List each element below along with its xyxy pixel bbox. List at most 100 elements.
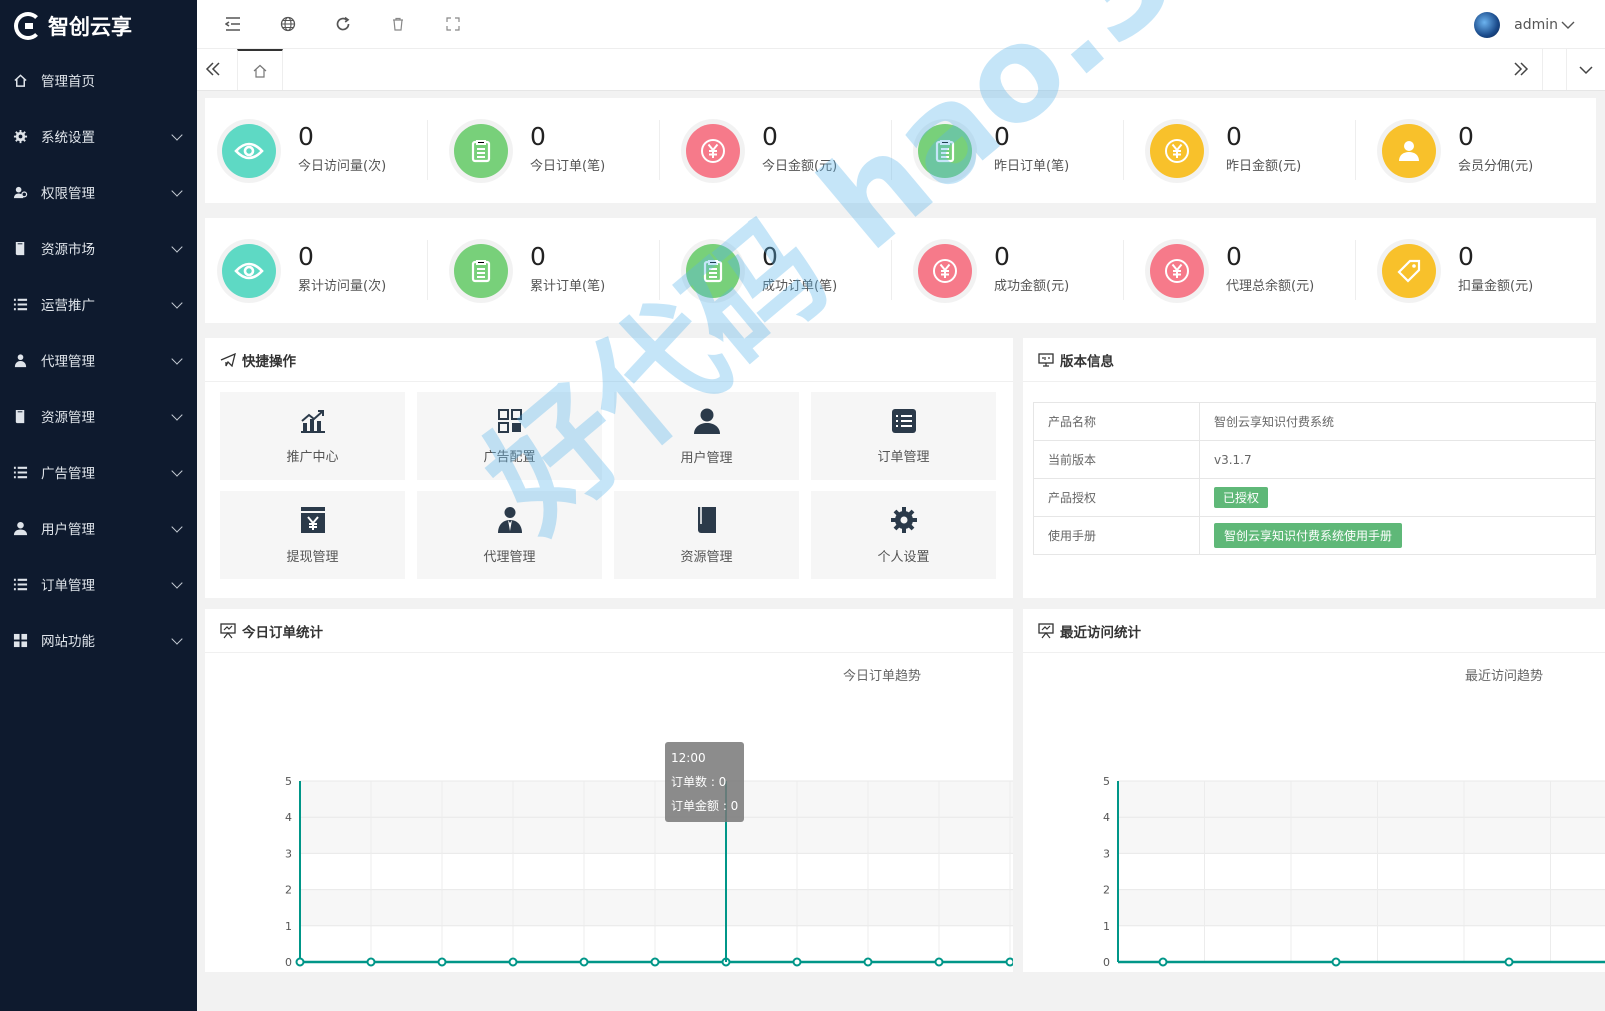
eye-icon [222,123,276,178]
data-point [650,957,660,967]
quick-action[interactable]: 订单管理 [811,392,996,480]
user-icon [1382,123,1436,178]
topbar: admin [197,0,1605,49]
version-key: 当前版本 [1033,440,1200,479]
yen-icon [918,243,972,298]
stat-label: 累计订单(笔) [530,278,606,294]
manual-link[interactable]: 智创云享知识付费系统使用手册 [1214,523,1403,548]
tab-options-icon[interactable] [1579,64,1593,79]
version-card: 版本信息 产品名称 智创云享知识付费系统 当前版本 v3.1.7 产品授权 已授权 使… [1023,338,1596,598]
stat-label: 昨日订单(笔) [994,158,1070,174]
quick-action[interactable]: 个人设置 [811,491,996,579]
stat-card: 0 会员分佣(元) [1365,98,1597,203]
divider [891,240,892,300]
clipboard-icon [454,123,508,178]
sidebar-item[interactable]: 代理管理 [0,332,197,388]
clear-cache-icon[interactable] [388,14,408,34]
table-row: 当前版本 v3.1.7 [1033,440,1596,479]
chevron-down-icon [1561,21,1575,29]
stat-label: 今日访问量(次) [298,158,387,174]
chevron-down-icon [171,241,183,253]
visits-chart-card: 最近访问统计 最近访问趋势 0123452023-11-042023-11-06… [1023,609,1605,972]
chevron-down-icon [171,129,183,141]
sidebar-item[interactable]: 管理首页 [0,52,197,108]
quick-action[interactable]: 用户管理 [614,392,799,480]
chart-tooltip: 12:00 订单数 : 0 订单金额 : 0 [665,742,745,822]
username: admin [1514,17,1558,33]
visits-line-chart[interactable]: 0123452023-11-042023-11-062023-11-08 [1023,669,1605,969]
logo-icon [14,12,42,40]
sidebar-item[interactable]: 运营推广 [0,276,197,332]
tab-scroll-right-icon[interactable] [1513,62,1529,80]
data-point [792,957,802,967]
version-value: 智创云享知识付费系统 [1199,402,1596,441]
logo[interactable]: 智创云享 [0,0,197,52]
chevron-down-icon [171,521,183,533]
grid-band [1118,817,1605,854]
book-icon [12,240,28,256]
clipboard-icon [918,123,972,178]
y-tick-label: 5 [285,775,292,788]
stat-card: 0 今日访问量(次) [205,98,437,203]
orders-line-chart[interactable]: 01234506:0007:0008:0009:0010:0011:0012:0… [205,669,1013,969]
user-menu[interactable]: admin [1474,12,1575,38]
orders-chart-title: 今日订单统计 [205,609,1013,653]
stat-value: 0 [1458,241,1474,271]
sidebar-item[interactable]: 权限管理 [0,164,197,220]
version-key: 产品名称 [1033,402,1200,441]
sidebar-item[interactable]: 订单管理 [0,556,197,612]
sidebar-item-label: 运营推广 [41,298,95,314]
data-point [934,957,944,967]
tooltip-line: 订单数 : 0 [671,775,727,789]
agent-icon [497,506,523,546]
quick-actions-card: 快捷操作 推广中心 广告配置 用户管理 订单管理 提现管理 代理管理 资源管理 个人设置 [205,338,1013,598]
tab-scroll-left-icon[interactable] [205,62,221,80]
sidebar-item[interactable]: 广告管理 [0,444,197,500]
tooltip-line: 订单金额 : 0 [671,799,739,813]
stat-label: 昨日金额(元) [1226,158,1302,174]
yen-icon [686,123,740,178]
sidebar-item[interactable]: 用户管理 [0,500,197,556]
refresh-icon[interactable] [333,14,353,34]
users-icon [12,184,28,200]
y-tick-label: 2 [1103,884,1110,897]
sidebar-item-label: 资源市场 [41,242,95,258]
menu-toggle-icon[interactable] [223,14,243,34]
stat-label: 成功金额(元) [994,278,1070,294]
globe-icon[interactable] [278,14,298,34]
stat-value: 0 [530,241,546,271]
fullscreen-icon[interactable] [443,14,463,34]
y-tick-label: 1 [285,920,292,933]
sidebar-item-label: 权限管理 [41,186,95,202]
sidebar-item[interactable]: 资源管理 [0,388,197,444]
y-tick-label: 2 [285,884,292,897]
sidebar-item[interactable]: 系统设置 [0,108,197,164]
user-icon [693,407,721,447]
tab-home[interactable] [237,49,283,90]
version-title: 版本信息 [1023,338,1596,382]
data-point [579,957,589,967]
quick-action[interactable]: 提现管理 [220,491,405,579]
home-icon [12,72,28,88]
send-icon [220,352,236,367]
chevron-down-icon [171,185,183,197]
quick-action[interactable]: 代理管理 [417,491,602,579]
list-box-icon [891,408,917,446]
version-key: 使用手册 [1033,516,1200,555]
quick-action-label: 订单管理 [877,449,930,465]
quick-action[interactable]: 资源管理 [614,491,799,579]
quick-action[interactable]: 推广中心 [220,392,405,480]
grid-band [1118,889,1605,926]
sidebar-item[interactable]: 资源市场 [0,220,197,276]
tag-icon [1382,243,1436,298]
stat-value: 0 [298,121,314,151]
logo-text: 智创云享 [48,15,132,39]
y-tick-label: 3 [285,847,292,860]
stat-card: 0 昨日金额(元) [1133,98,1365,203]
list-icon [12,296,28,312]
sidebar-item[interactable]: 网站功能 [0,612,197,668]
stat-label: 代理总余额(元) [1226,278,1315,294]
stat-value: 0 [762,241,778,271]
agent-icon [12,352,28,368]
quick-action[interactable]: 广告配置 [417,392,602,480]
